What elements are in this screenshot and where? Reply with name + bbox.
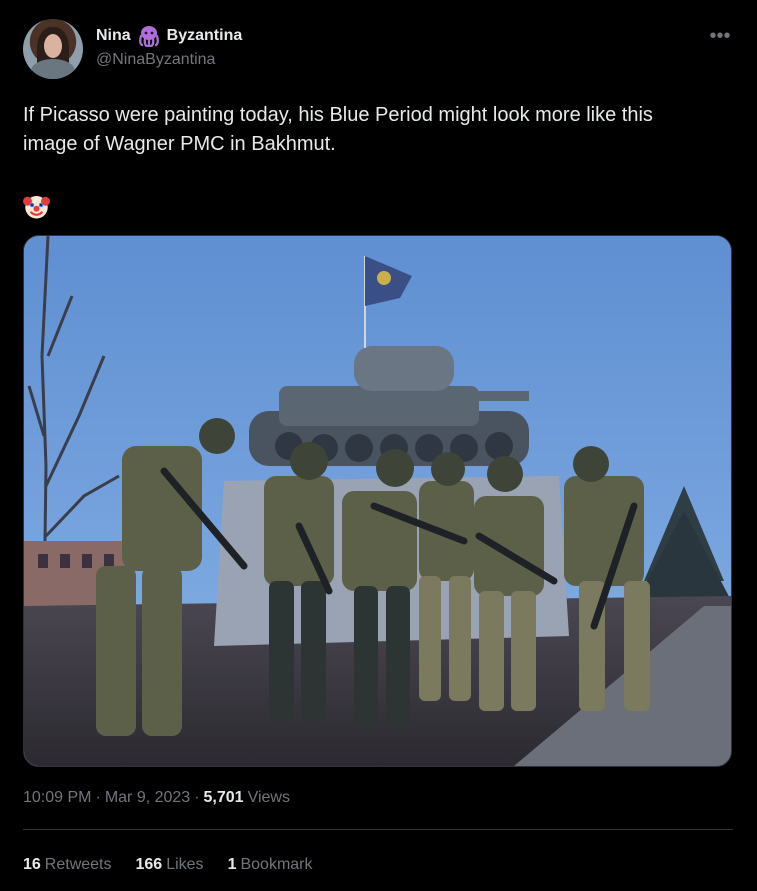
meta-separator: · bbox=[95, 789, 101, 806]
likes-count: 166 bbox=[135, 856, 163, 873]
bookmarks-label: Bookmark bbox=[240, 856, 313, 873]
tweet-text: If Picasso were painting today, his Blue… bbox=[23, 104, 653, 155]
author-handle[interactable]: @NinaByzantina bbox=[96, 51, 215, 69]
retweets-label: Retweets bbox=[44, 856, 112, 873]
more-horizontal-icon[interactable]: ••• bbox=[708, 26, 732, 46]
engagement-stats: 16 Retweets 166 Likes 1 Bookmark bbox=[23, 856, 313, 874]
views-count: 5,701 bbox=[203, 789, 244, 806]
bookmarks-stat[interactable]: 1 Bookmark bbox=[228, 856, 313, 874]
author-first-name[interactable]: Nina bbox=[96, 27, 131, 45]
likes-stat[interactable]: 166 Likes bbox=[136, 856, 204, 874]
bookmarks-count: 1 bbox=[227, 856, 237, 873]
clown-face-icon bbox=[23, 196, 50, 219]
author-name[interactable]: Nina Byzantina bbox=[96, 25, 242, 47]
tweet-photo[interactable] bbox=[23, 235, 732, 767]
retweets-stat[interactable]: 16 Retweets bbox=[23, 856, 112, 874]
avatar[interactable] bbox=[23, 19, 83, 79]
views-label: Views bbox=[247, 789, 290, 806]
author-last-name[interactable]: Byzantina bbox=[167, 27, 243, 45]
divider bbox=[23, 829, 733, 830]
tweet-date[interactable]: Mar 9, 2023 bbox=[105, 789, 190, 807]
tweet-meta: 10:09 PM · Mar 9, 2023 · 5,701 Views bbox=[23, 789, 290, 807]
retweets-count: 16 bbox=[23, 856, 41, 873]
meta-separator: · bbox=[194, 789, 200, 806]
likes-label: Likes bbox=[166, 856, 204, 873]
octopus-icon bbox=[138, 26, 159, 47]
photo-image bbox=[24, 236, 731, 766]
tweet-article: Nina Byzantina @NinaByzantina ••• If Pic… bbox=[0, 0, 757, 891]
tweet-time[interactable]: 10:09 PM bbox=[23, 789, 91, 807]
